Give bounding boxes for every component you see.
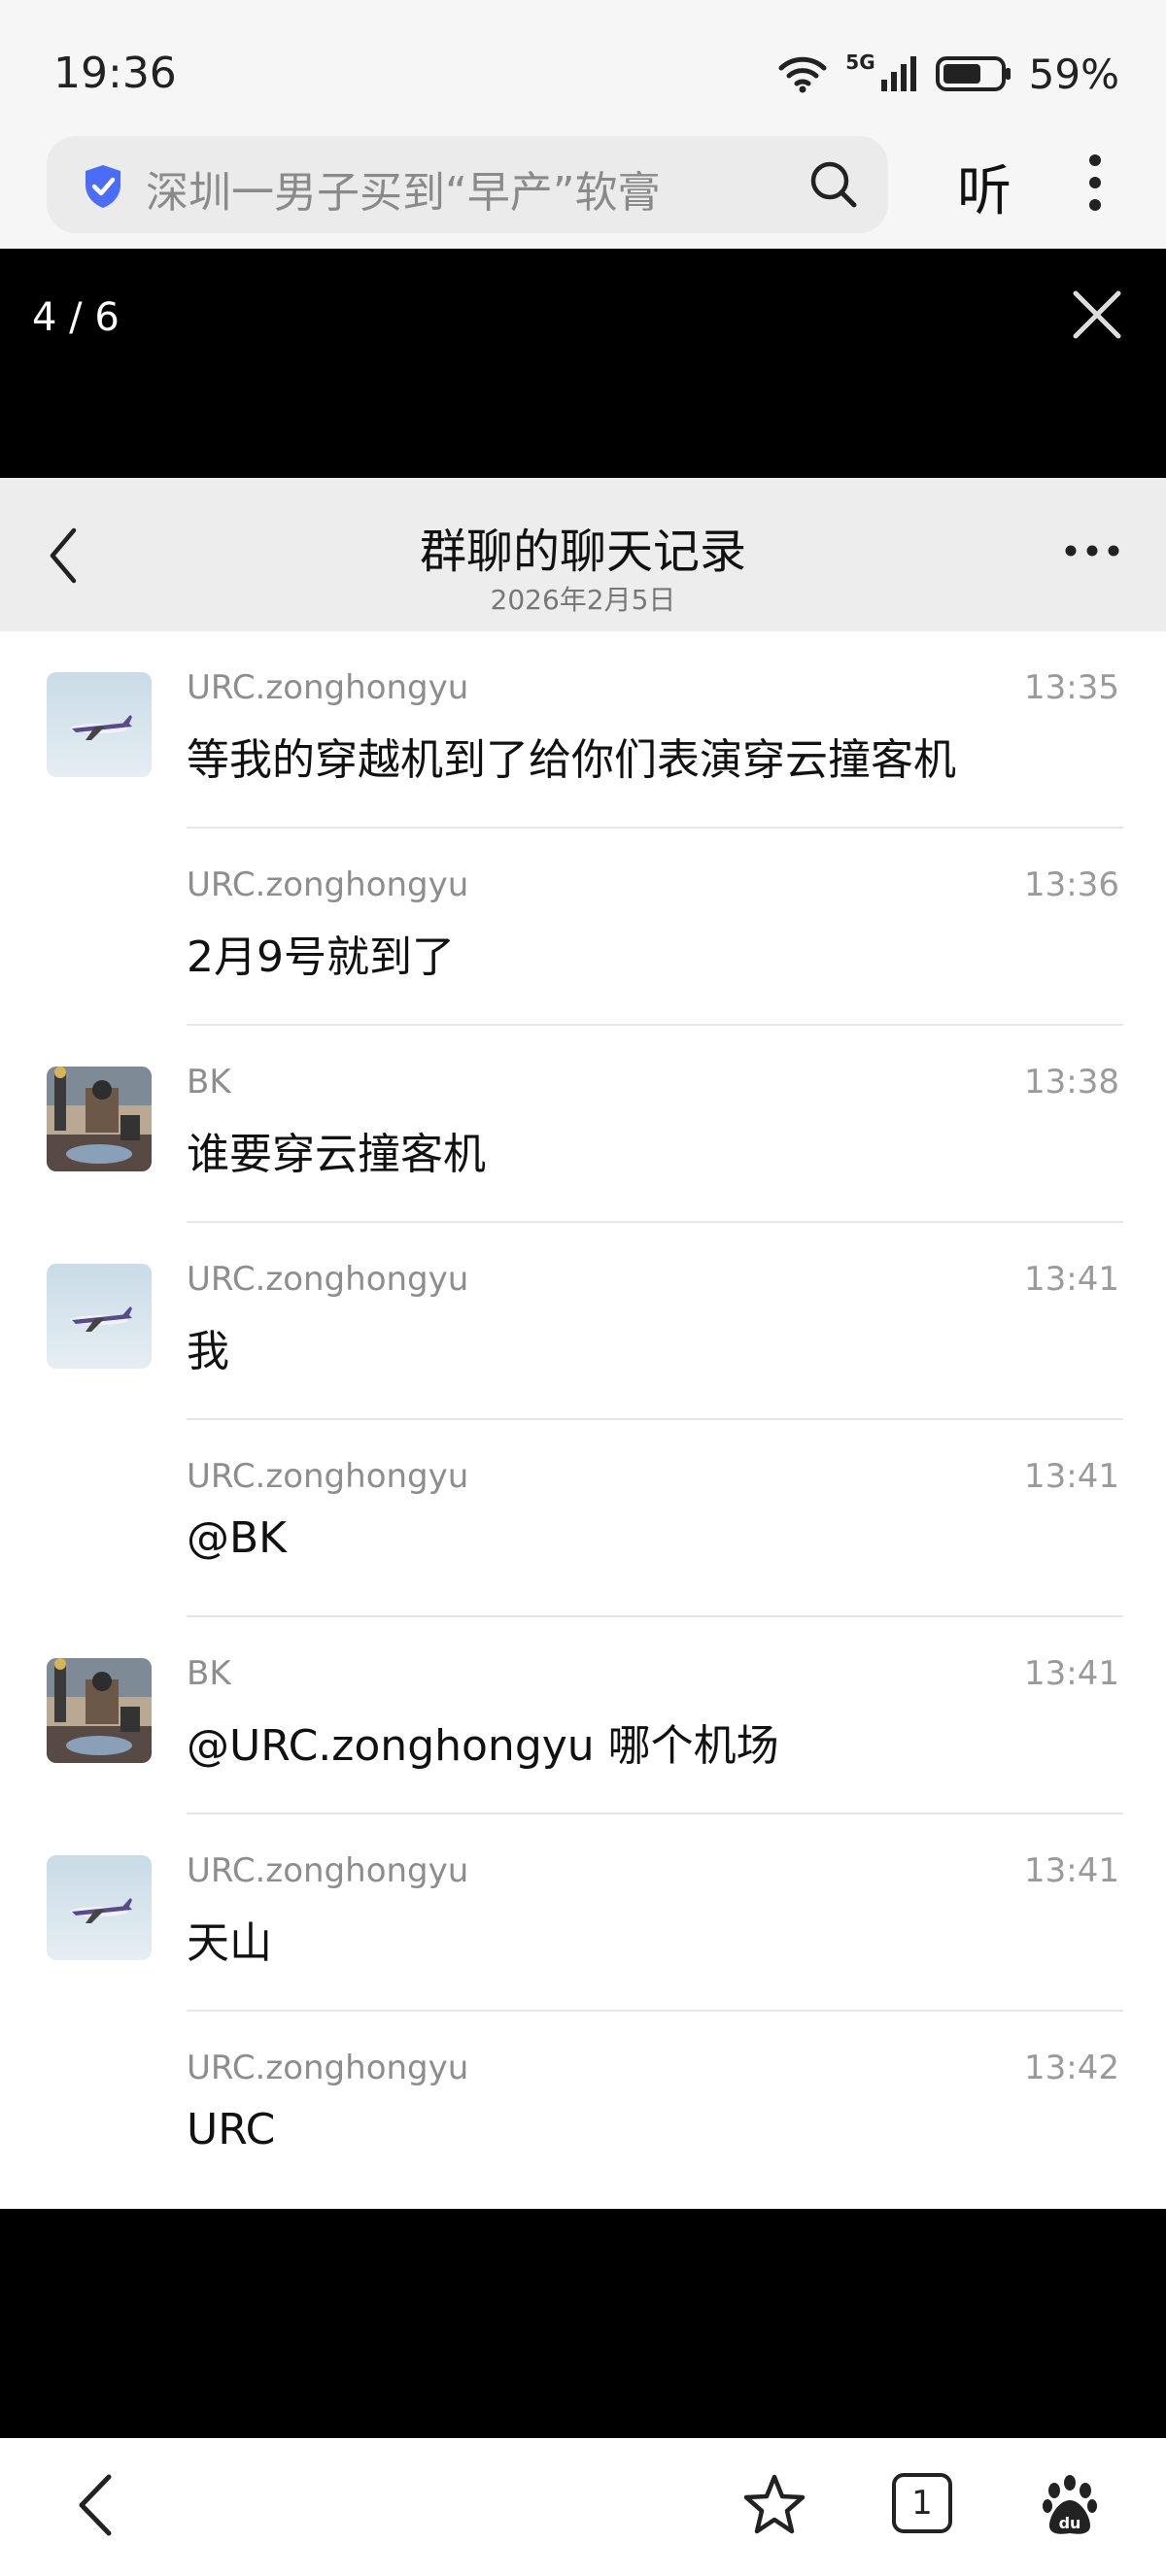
message-text: 谁要穿云撞客机 xyxy=(187,1130,486,1179)
plane-avatar xyxy=(47,672,152,777)
more-horizontal-icon[interactable] xyxy=(1065,544,1119,558)
plane-avatar xyxy=(47,1855,152,1960)
chat-message: URC.zonghongyu 13:35 等我的穿越机到了给你们表演穿云撞客机 xyxy=(0,631,1166,829)
message-text: 等我的穿越机到了给你们表演穿云撞客机 xyxy=(187,735,956,785)
chat-message: BK 13:41 @URC.zonghongyu 哪个机场 xyxy=(0,1617,1166,1814)
shield-icon xyxy=(86,165,120,208)
message-text: 我 xyxy=(187,1327,229,1376)
chat-message: URC.zonghongyu 13:41 天山 xyxy=(0,1814,1166,2012)
street-avatar xyxy=(47,1658,152,1763)
message-sender: BK xyxy=(187,1654,231,1693)
battery-percent: 59% xyxy=(1028,50,1119,98)
search-box[interactable]: 深圳一男子买到“早产”软膏 xyxy=(47,136,888,233)
message-text: 天山 xyxy=(187,1918,272,1968)
chat-date: 2026年2月5日 xyxy=(490,584,676,616)
address-bar: 深圳一男子买到“早产”软膏 听 xyxy=(0,126,1166,249)
network-type: 5G xyxy=(845,51,875,74)
close-icon[interactable] xyxy=(1072,289,1122,340)
chat-title: 群聊的聊天记录 xyxy=(419,525,746,579)
signal-icon xyxy=(880,56,916,91)
status-bar: 19:36 5G 59% xyxy=(0,0,1166,146)
star-icon[interactable] xyxy=(742,2473,806,2537)
message-time: 13:41 xyxy=(1024,1457,1119,1496)
message-sender: URC.zonghongyu xyxy=(187,1851,469,1890)
message-text: URC xyxy=(187,2105,276,2154)
search-query: 深圳一男子买到“早产”软膏 xyxy=(146,168,661,218)
message-sender: URC.zonghongyu xyxy=(187,2049,469,2087)
chat-message: URC.zonghongyu 13:41 我 xyxy=(0,1223,1166,1420)
message-time: 13:41 xyxy=(1024,1654,1119,1693)
wifi-icon xyxy=(778,56,827,93)
message-time: 13:35 xyxy=(1024,668,1119,707)
message-sender: BK xyxy=(187,1063,231,1102)
message-sender: URC.zonghongyu xyxy=(187,1260,469,1299)
baidu-paw-icon[interactable]: du xyxy=(1040,2473,1100,2537)
message-time: 13:41 xyxy=(1024,1851,1119,1890)
chat-header: 群聊的聊天记录 2026年2月5日 xyxy=(0,478,1166,631)
plane-avatar xyxy=(47,1264,152,1369)
chat-message: BK 13:38 谁要穿云撞客机 xyxy=(0,1026,1166,1223)
chat-message: URC.zonghongyu 13:41 @BK xyxy=(0,1420,1166,1617)
back-icon[interactable] xyxy=(76,2473,115,2537)
chat-history-screenshot: 群聊的聊天记录 2026年2月5日 URC.zonghongyu 13:35 等我的… xyxy=(0,478,1166,2209)
chat-message: URC.zonghongyu 13:42 URC xyxy=(0,2012,1166,2209)
message-sender: URC.zonghongyu xyxy=(187,865,469,904)
message-time: 13:41 xyxy=(1024,1260,1119,1299)
message-time: 13:42 xyxy=(1024,2049,1119,2087)
svg-text:du: du xyxy=(1059,2514,1081,2532)
status-time: 19:36 xyxy=(53,49,177,98)
bottom-nav-bar: 1 du xyxy=(0,2438,1166,2576)
search-icon[interactable] xyxy=(808,159,859,210)
image-viewer-header: 4 / 6 xyxy=(0,249,1166,478)
image-counter: 4 / 6 xyxy=(32,295,120,340)
tabs-button[interactable]: 1 xyxy=(892,2473,952,2533)
message-time: 13:38 xyxy=(1024,1063,1119,1102)
message-text: @URC.zonghongyu 哪个机场 xyxy=(187,1721,779,1771)
chat-message: URC.zonghongyu 13:36 2月9号就到了 xyxy=(0,829,1166,1026)
more-vertical-icon[interactable] xyxy=(1088,153,1102,212)
message-text: @BK xyxy=(187,1513,288,1563)
message-sender: URC.zonghongyu xyxy=(187,1457,469,1496)
street-avatar xyxy=(47,1067,152,1171)
battery-icon xyxy=(935,56,1011,91)
message-time: 13:36 xyxy=(1024,865,1119,904)
message-text: 2月9号就到了 xyxy=(187,932,455,982)
message-sender: URC.zonghongyu xyxy=(187,668,469,707)
status-icons: 5G 59% xyxy=(777,49,1119,99)
listen-button[interactable]: 听 xyxy=(957,148,1012,226)
